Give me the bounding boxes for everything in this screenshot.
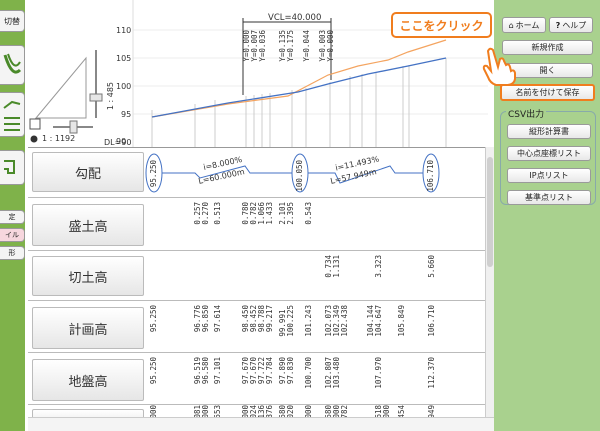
row-label-plan-height: 計画高 [32, 307, 144, 349]
pointing-hand-icon [482, 47, 516, 86]
table-cell: 97.670 97.670 97.722 97.784 [241, 357, 274, 385]
y-offset-label: Y=0.044 [302, 30, 311, 62]
y-tick-95: 95 [121, 110, 132, 119]
table-cell: 0.780 0.782 1.066 1.433 [241, 202, 274, 225]
overview-triangle [34, 56, 87, 119]
csv-center-coordinates-button[interactable]: 中心点座標リスト [507, 146, 591, 161]
table-cell: 98.450 98.452 98.788 99.217 [241, 305, 274, 333]
home-button[interactable]: ⌂ ホーム [502, 17, 546, 33]
file-button[interactable]: イル [0, 228, 25, 242]
y-offset-label: Y=0.000 [326, 30, 335, 62]
csv-ip-list-button[interactable]: IP点リスト [507, 168, 591, 183]
csv-button-label: 中心点座標リスト [517, 149, 581, 158]
cross-section-icon [4, 159, 15, 174]
setting-button[interactable]: 定 [0, 210, 25, 224]
switch-button-label: 切替 [4, 16, 20, 26]
table-cell: 0.543 [304, 202, 313, 225]
y-offset-label: Y=0.036 [258, 30, 267, 62]
gradient-point-label: 95.250 [149, 160, 158, 188]
gradient-point-label: 100.050 [295, 160, 304, 192]
y-tick-100: 100 [116, 82, 132, 91]
click-here-callout: ここをクリック [391, 12, 492, 38]
table-cell: 0.257 0.270 [193, 202, 210, 225]
curve-tool-button[interactable] [0, 45, 25, 85]
table-cell: 104.144 104.647 [366, 305, 383, 337]
csv-output-label: CSV出力 [506, 107, 547, 120]
data-grid: 勾配 95.250 100.050 106.710 i=8.000% L=60.… [28, 147, 485, 429]
table-cell: 96.776 96.850 [193, 305, 210, 333]
csv-longitudinal-calc-button[interactable]: 縦形計算書 [507, 124, 591, 139]
ground-line [151, 39, 447, 118]
fit-view-icon [29, 118, 41, 130]
table-cell: 97.614 [213, 305, 222, 333]
help-icon: ? [555, 20, 561, 30]
table-cell: 0.734 1.131 [324, 255, 341, 278]
table-cell: 5.660 [427, 255, 436, 278]
table-cell: 95.250 [149, 305, 158, 333]
csv-button-label: IP点リスト [529, 171, 569, 180]
table-cell: 107.970 [374, 357, 383, 389]
shape-button[interactable]: 形 [0, 246, 25, 260]
vertical-scrollbar[interactable] [485, 147, 494, 417]
curve-icon [3, 53, 22, 74]
horizontal-scale-slider [69, 120, 78, 134]
row-label-cut-height: 切土高 [32, 256, 144, 296]
setting-button-label: 定 [8, 213, 16, 221]
table-cell: 2.101 2.395 [278, 202, 295, 225]
horizontal-scrollbar[interactable] [28, 417, 494, 431]
table-cell: 102.073 102.349 102.438 [324, 305, 349, 337]
profile-lines-icon [3, 100, 21, 131]
table-cell: 97.101 [213, 357, 222, 385]
home-button-label: ホーム [515, 20, 540, 30]
gradient-point-label: 106.710 [426, 160, 435, 192]
table-row: 計画高 95.250 96.776 96.850 97.614 98.450 9… [28, 301, 485, 353]
row-label-gradient: 勾配 [32, 152, 144, 192]
table-cell: 112.370 [427, 357, 436, 389]
profile-tool-button[interactable] [0, 92, 25, 137]
dl-label: DL=90 [104, 138, 132, 147]
table-cell: 0.513 [213, 202, 222, 225]
station-lines [151, 58, 447, 147]
table-row: 切土高 0.734 1.131 3.323 5.660 [28, 251, 485, 301]
new-button-label: 新規作成 [531, 43, 564, 52]
row-label-ground-height: 地盤高 [32, 359, 144, 401]
csv-reference-points-button[interactable]: 基準点リスト [507, 190, 591, 205]
plan-line [151, 57, 447, 118]
open-button-label: 開く [539, 66, 556, 75]
table-cell: 99.991 100.225 [278, 305, 295, 337]
help-button-label: ヘルプ [562, 20, 587, 30]
table-cell: 95.250 [149, 357, 158, 385]
vertical-scale-label: 1 : 485 [106, 82, 115, 111]
table-row: 盛土高 0.257 0.270 0.513 0.780 0.782 1.066 … [28, 198, 485, 251]
table-cell: 102.807 103.480 [324, 357, 341, 389]
csv-button-label: 基準点リスト [525, 193, 573, 202]
table-cell: 106.710 [427, 305, 436, 337]
horizontal-scale-label: 1 : 1192 [42, 134, 76, 143]
cross-section-tool-button[interactable] [0, 150, 25, 185]
help-button[interactable]: ? ヘルプ [549, 17, 593, 33]
scrollbar-thumb[interactable] [487, 157, 493, 267]
csv-button-label: 縦形計算書 [529, 127, 569, 136]
y-tick-105: 105 [116, 54, 132, 63]
table-cell: 100.700 [304, 357, 313, 389]
shape-button-label: 形 [8, 249, 16, 257]
switch-button[interactable]: 切替 [0, 10, 25, 32]
table-cell: 97.890 97.830 [278, 357, 295, 385]
y-offset-label: Y=0.175 [286, 30, 295, 62]
table-cell: 96.519 96.580 [193, 357, 210, 385]
settings-gear-icon [30, 135, 38, 143]
table-row: 地盤高 95.250 96.519 96.580 97.101 97.670 9… [28, 353, 485, 405]
save-as-button-label: 名前を付けて保存 [515, 88, 580, 97]
table-cell: 101.243 [304, 305, 313, 337]
vcl-label: VCL=40.000 [268, 13, 322, 23]
table-row: 勾配 95.250 100.050 106.710 i=8.000% L=60.… [28, 148, 485, 198]
row-label-fill-height: 盛土高 [32, 204, 144, 246]
vertical-scale-slider [89, 93, 103, 102]
table-cell: 105.849 [397, 305, 406, 337]
y-tick-110: 110 [116, 26, 132, 35]
table-cell: 3.323 [374, 255, 383, 278]
home-icon: ⌂ [508, 20, 514, 30]
file-button-label: イル [5, 231, 19, 239]
